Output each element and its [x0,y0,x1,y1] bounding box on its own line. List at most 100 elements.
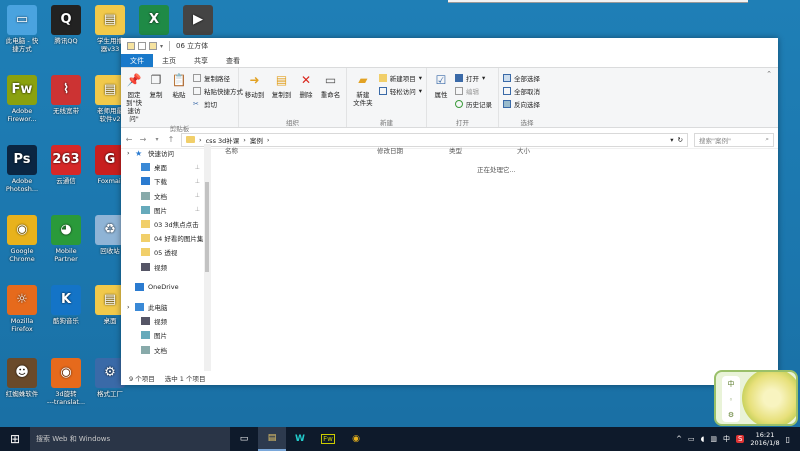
address-segment[interactable]: 案例 [250,135,263,145]
desktop-icon[interactable]: ☼ Mozilla Firefox [0,285,44,333]
tray-monitor-icon[interactable]: ▭ [688,435,695,443]
tab-file[interactable]: 文件 [121,54,153,67]
chevron-down-icon[interactable]: ▾ [153,136,161,143]
desktop-icon[interactable]: ◉ Google Chrome [0,215,44,263]
floating-widget[interactable]: 中 ◦ ⚙ [714,370,798,426]
new-folder-quick-icon[interactable] [149,42,157,50]
column-name[interactable]: 名称 [225,145,238,155]
paste-button[interactable]: 📋 粘贴 [169,71,189,99]
desktop-icon[interactable]: ▭ 此电脑 - 快 捷方式 [0,5,44,53]
widget-char[interactable]: 中 [728,379,735,389]
group-label-open: 打开 [456,119,469,127]
nav-item[interactable]: 文档 ⊥ [121,189,210,203]
new-item-button[interactable]: 新建项目 ▾ [378,73,422,83]
tab-view[interactable]: 查看 [217,54,249,67]
paste-icon: 📋 [171,73,187,87]
file-explorer-icon[interactable]: ▤ [258,427,286,451]
column-headers: 名称 修改日期 类型 大小 [211,144,778,156]
nav-item[interactable]: 下载 ⊥ [121,174,210,188]
desktop-icon[interactable]: ◕ Mobile Partner [44,215,88,263]
tab-share[interactable]: 共享 [185,54,217,67]
desktop-icon[interactable]: Q 腾讯QQ [44,5,88,45]
column-modified[interactable]: 修改日期 [377,145,403,155]
tray-ime-icon[interactable]: 中 [723,434,730,444]
properties-button[interactable]: ☑ 属性 [431,71,451,117]
cut-button[interactable]: ✂ 剪切 [193,99,243,109]
nav-item[interactable]: › ★ 快速访问 [121,146,210,160]
desktop-icon[interactable]: ◉ 3d旋转 ---translat... [44,358,88,406]
nav-item[interactable]: 图片 [121,328,210,342]
nav-item[interactable]: 桌面 ⊥ [121,160,210,174]
forward-icon[interactable]: → [139,135,147,144]
nav-scrollbar[interactable] [204,144,210,371]
edit-button[interactable]: 编辑 [455,86,492,96]
desktop-icon[interactable]: ☻ 红蜘蛛软件 [0,358,44,398]
tray-sogou-icon[interactable]: S [735,435,745,443]
clock[interactable]: 16:21 2016/1/8 [750,431,779,447]
nav-item[interactable]: › 此电脑 [121,300,210,314]
tray-network-icon[interactable]: ▥ [710,435,717,443]
open-button[interactable]: 打开 ▾ [455,73,492,83]
background-window-edge [448,0,748,3]
notification-icon[interactable]: ▯ [786,435,790,444]
nav-item[interactable]: 文档 [121,342,210,356]
nav-item[interactable]: 04 好看的图片集 [121,231,210,245]
column-size[interactable]: 大小 [517,145,530,155]
tray-expand-icon[interactable]: ^ [676,435,682,443]
fireworks-icon[interactable]: Fw [314,427,342,451]
task-view-icon[interactable]: ▭ [230,427,258,451]
desktop-icon[interactable]: ▶ [176,5,220,37]
move-to-button[interactable]: ➜ 移动到 [243,71,266,117]
tab-home[interactable]: 主页 [153,54,185,67]
back-icon[interactable]: ← [125,135,133,144]
desktop-icon[interactable]: ⌇ 无线宽带 [44,75,88,115]
properties-quick-icon[interactable] [138,42,146,50]
windows-start-icon[interactable]: ⊞ [0,427,30,451]
chevron-right-icon[interactable]: › [127,303,131,311]
invert-selection-button[interactable]: 反向选择 [503,99,540,109]
copy-button[interactable]: ❐ 复制 [147,71,165,123]
collapse-ribbon-icon[interactable]: ⌃ [760,68,778,127]
pin-icon[interactable]: ⊥ [195,178,200,185]
desktop-icon[interactable]: Fw Adobe Firewor... [0,75,44,123]
up-icon[interactable]: ↑ [167,135,175,144]
delete-button[interactable]: ✕ 删除 [297,71,315,117]
chevron-down-icon[interactable]: ▾ [670,136,673,144]
tray-volume-icon[interactable]: ◖ [701,435,705,443]
widget-gear-icon[interactable]: ⚙ [728,411,734,419]
pin-quick-access-button[interactable]: 📌 固定到"快 速访问" [125,71,143,123]
desktop-icon-label: 此电脑 - 快 捷方式 [5,37,39,53]
history-button[interactable]: 历史记录 [455,99,492,109]
taskbar-search[interactable]: 搜索 Web 和 Windows [30,427,230,451]
new-folder-button[interactable]: ▰ 新建 文件夹 [351,71,375,117]
desktop-icon[interactable]: 263 云通信 [44,145,88,185]
nav-item[interactable]: OneDrive [121,280,210,294]
pin-icon[interactable]: ⊥ [195,192,200,199]
paste-shortcut-button[interactable]: 粘贴快捷方式 [193,86,243,96]
nav-item[interactable]: 视频 [121,314,210,328]
desktop-icon[interactable]: K 酷狗音乐 [44,285,88,325]
nav-item[interactable]: 图片 ⊥ [121,203,210,217]
address-segment[interactable]: css 3d补课 [206,135,240,145]
refresh-icon[interactable]: ↻ [678,136,683,144]
widget-dot-icon[interactable]: ◦ [729,396,733,404]
desktop-icon[interactable]: X [132,5,176,37]
chevron-down-icon[interactable]: ▾ [160,43,163,50]
rename-button[interactable]: ▭ 重命名 [319,71,342,117]
nav-item[interactable]: 05 透视 [121,245,210,259]
desktop-icon[interactable]: Ps Adobe Photosh... [0,145,44,193]
select-none-button[interactable]: 全部取消 [503,86,540,96]
copy-to-button[interactable]: ▤ 复制到 [270,71,293,117]
nav-item[interactable]: 视频 [121,260,210,274]
webstorm-icon[interactable]: W [286,427,314,451]
chevron-right-icon[interactable]: › [127,149,131,157]
column-type[interactable]: 类型 [449,145,462,155]
easy-access-button[interactable]: 轻松访问 ▾ [378,86,422,96]
pin-icon[interactable]: ⊥ [195,206,200,213]
nav-item[interactable]: 03 3d焦点点击 [121,217,210,231]
scroll-thumb[interactable] [205,182,209,272]
select-all-button[interactable]: 全部选择 [503,73,540,83]
copy-path-button[interactable]: 复制路径 [193,73,243,83]
pin-icon[interactable]: ⊥ [195,164,200,171]
chrome-icon[interactable]: ◉ [342,427,370,451]
